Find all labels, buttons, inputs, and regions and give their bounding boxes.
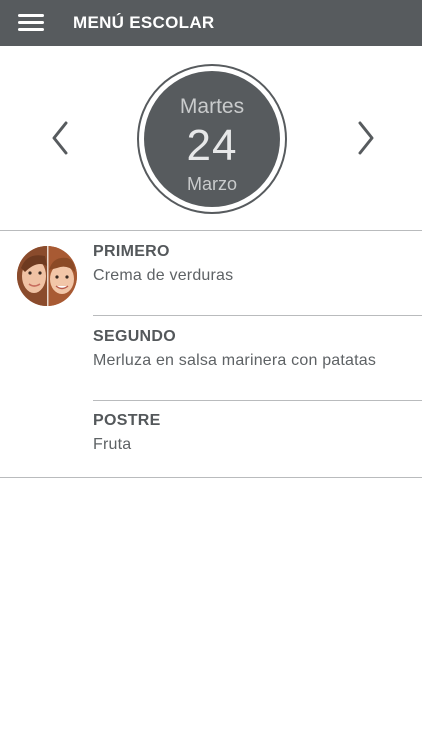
previous-day-button[interactable] (46, 118, 76, 158)
course-postre: POSTRE Fruta (93, 412, 422, 454)
menu-line (18, 21, 44, 24)
course-dish: Fruta (93, 436, 132, 453)
avatar (17, 246, 77, 306)
course-title: SEGUNDO (93, 328, 176, 345)
date-circle: Martes 24 Marzo (144, 71, 280, 207)
chevron-left-icon (52, 121, 68, 155)
next-day-button[interactable] (350, 118, 380, 158)
course-title: PRIMERO (93, 243, 170, 260)
course-title: POSTRE (93, 412, 161, 429)
divider (0, 230, 422, 231)
children-photo (17, 246, 77, 306)
course-segundo: SEGUNDO Merluza en salsa marinera con pa… (93, 328, 422, 370)
date-display: Martes 24 Marzo (137, 64, 287, 214)
hamburger-menu-icon[interactable] (12, 8, 50, 38)
divider (0, 477, 422, 478)
chevron-right-icon (358, 121, 374, 155)
weekday-label: Martes (179, 95, 245, 118)
menu-line (18, 14, 44, 17)
menu-line (18, 28, 44, 31)
date-selector: Martes 24 Marzo (0, 46, 422, 230)
course-dish: Merluza en salsa marinera con patatas (93, 352, 377, 369)
divider (93, 400, 422, 401)
month-label: Marzo (186, 174, 237, 194)
course-dish: Crema de verduras (93, 267, 234, 284)
day-number: 24 (186, 121, 238, 170)
page-title: MENÚ ESCOLAR (73, 13, 215, 32)
top-app-bar: MENÚ ESCOLAR (0, 0, 422, 46)
divider (93, 315, 422, 316)
course-primero: PRIMERO Crema de verduras (93, 243, 422, 285)
